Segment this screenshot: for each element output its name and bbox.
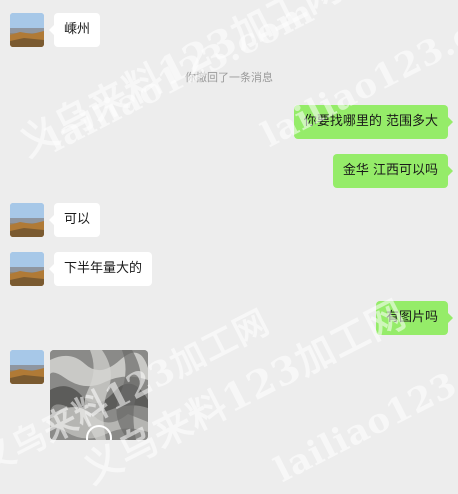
contact-avatar[interactable] (10, 203, 44, 237)
message-text: 你要找哪里的 范围多大 (303, 114, 438, 129)
contact-avatar[interactable] (10, 350, 44, 384)
message-bubble-outgoing[interactable]: 你要找哪里的 范围多大 (293, 105, 454, 139)
avatar-image (10, 350, 44, 384)
message-text: 嵊州 (64, 22, 91, 37)
contact-avatar[interactable] (10, 252, 44, 286)
message-bubble-outgoing[interactable]: 金华 江西可以吗 (332, 154, 454, 188)
message-text: 金华 江西可以吗 (342, 163, 438, 178)
fabric-photo (50, 350, 148, 440)
avatar-image (10, 203, 44, 237)
message-text: 有图片吗 (385, 310, 438, 325)
watermark-url: lailiao123.com (268, 321, 458, 491)
avatar-image (10, 252, 44, 286)
message-bubble-outgoing[interactable]: 有图片吗 (375, 301, 454, 335)
contact-avatar[interactable] (10, 13, 44, 47)
message-bubble-incoming[interactable]: 可以 (48, 203, 101, 237)
avatar-image (10, 13, 44, 47)
image-message[interactable] (50, 350, 148, 440)
message-bubble-incoming[interactable]: 嵊州 (48, 13, 101, 47)
message-text: 可以 (64, 212, 91, 227)
message-bubble-incoming[interactable]: 下半年量大的 (48, 252, 153, 286)
message-text: 下半年量大的 (64, 261, 143, 276)
recall-notice: 你撤回了一条消息 (185, 71, 273, 84)
